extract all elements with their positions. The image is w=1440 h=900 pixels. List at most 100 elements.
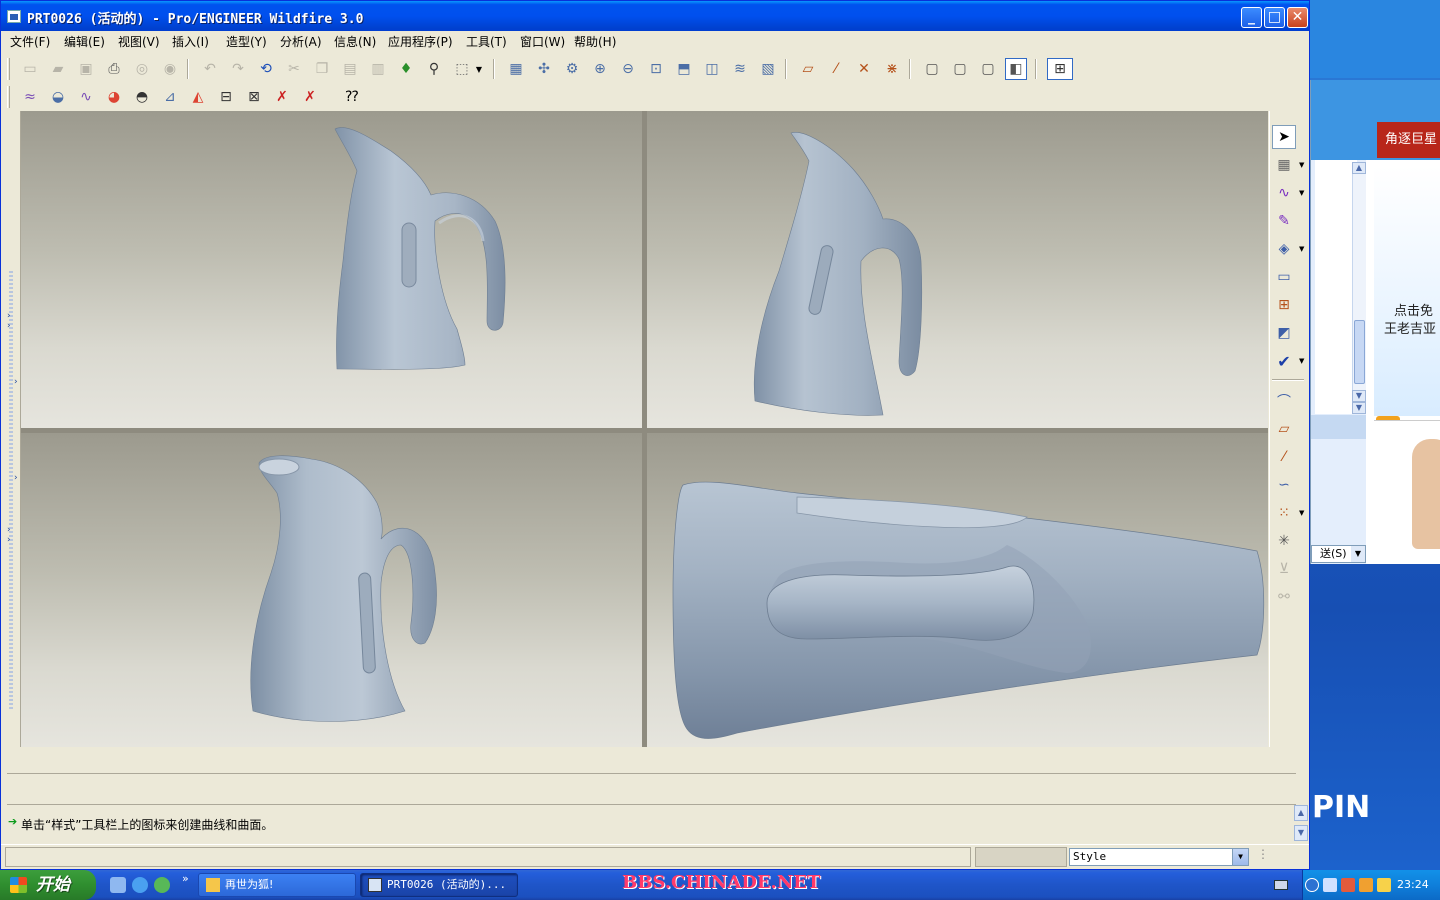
menu-tools[interactable]: 工具(T): [466, 33, 507, 50]
paste-special-icon[interactable]: ▥: [367, 58, 389, 80]
send-to-icon[interactable]: ◉: [159, 58, 181, 80]
chevron-down-icon[interactable]: ▼: [1299, 357, 1304, 365]
scroll-down-icon[interactable]: ▼: [1352, 390, 1366, 402]
spin-center-icon[interactable]: ✣: [533, 58, 555, 80]
task-button-proe[interactable]: PRT0026 (活动的)...: [360, 873, 518, 897]
curve-edit-icon[interactable]: ⌒: [1272, 389, 1296, 413]
menu-analysis[interactable]: 分析(A): [280, 33, 322, 50]
resize-grip-icon[interactable]: ⋮: [1257, 847, 1271, 865]
graphics-window[interactable]: [21, 111, 1268, 747]
coordinate-systems-icon[interactable]: ⋇: [881, 58, 903, 80]
redo-icon[interactable]: ↷: [227, 58, 249, 80]
tray-collapse-icon[interactable]: [1305, 878, 1319, 892]
datum-planes-icon[interactable]: ▱: [797, 58, 819, 80]
ad-panel[interactable]: 点击免 王老吉亚 手机: [1374, 166, 1440, 452]
minimize-button[interactable]: _: [1241, 7, 1262, 28]
menu-applications[interactable]: 应用程序(P): [388, 33, 453, 50]
menu-info[interactable]: 信息(N): [334, 33, 376, 50]
menu-style[interactable]: 造型(Y): [226, 33, 267, 50]
close-button[interactable]: ✕: [1287, 7, 1308, 28]
internal-plane-icon[interactable]: ▱: [1272, 417, 1296, 441]
task-button-folder[interactable]: 再世为狐!: [198, 873, 356, 897]
saved-views-icon[interactable]: ◫: [701, 58, 723, 80]
browser-dropdown[interactable]: 送(S) ▼: [1311, 545, 1366, 563]
scroll-down-icon[interactable]: ▼: [1294, 825, 1308, 841]
points-icon[interactable]: ⁙: [1272, 501, 1296, 525]
scroll-bottom-icon[interactable]: ▼: [1352, 402, 1366, 414]
chevron-right-icon[interactable]: ›: [7, 525, 17, 535]
slope-analysis-icon[interactable]: ◭: [187, 86, 209, 108]
line-icon[interactable]: ⁄: [1272, 445, 1296, 469]
reflection-icon[interactable]: ◕: [103, 86, 125, 108]
done-check-icon[interactable]: ✔: [1272, 349, 1296, 373]
ad-badge[interactable]: 角逐巨星: [1377, 122, 1440, 158]
style-surface-icon[interactable]: ◈: [1272, 237, 1296, 261]
cut-icon[interactable]: ✂: [283, 58, 305, 80]
chevron-down-icon[interactable]: ▼: [1299, 189, 1304, 197]
chevron-down-icon[interactable]: ▼: [1232, 849, 1248, 865]
model-tree-collapsed[interactable]: › › › › › ›: [5, 111, 21, 747]
refit-icon[interactable]: ⊡: [645, 58, 667, 80]
background-browser-window[interactable]: 角逐巨星 ▲ ▼ ▼ 送(S) ▼ 点击免 王老吉亚 手机: [1310, 80, 1440, 564]
datum-points-icon[interactable]: ✕: [853, 58, 875, 80]
select-box-icon[interactable]: ⬚: [451, 58, 473, 80]
filter-select[interactable]: Style ▼: [1069, 848, 1249, 866]
shade-analysis-icon[interactable]: ◓: [131, 86, 153, 108]
curvature-icon[interactable]: ≈: [19, 86, 41, 108]
find-icon[interactable]: ⚲: [423, 58, 445, 80]
curve-on-surface-icon[interactable]: ✎: [1272, 209, 1296, 233]
clock[interactable]: 23:24: [1397, 878, 1429, 891]
title-bar[interactable]: PRT0026 (活动的) - Pro/ENGINEER Wildfire 3.…: [1, 1, 1309, 31]
regenerate-icon[interactable]: ⟲: [255, 58, 277, 80]
no-hidden-icon[interactable]: ▢: [977, 58, 999, 80]
menu-insert[interactable]: 插入(I): [172, 33, 209, 50]
ad-panel-person[interactable]: [1374, 420, 1440, 564]
redraw-icon[interactable]: ▦: [505, 58, 527, 80]
select-arrow-icon[interactable]: ➤: [1272, 125, 1296, 149]
viewport-bottom-right[interactable]: [647, 433, 1268, 747]
reorient-icon[interactable]: ⬒: [673, 58, 695, 80]
scroll-up-icon[interactable]: ▲: [1352, 162, 1366, 174]
zoom-in-icon[interactable]: ⊕: [589, 58, 611, 80]
antivirus-icon[interactable]: [1341, 878, 1355, 892]
clear-analysis-icon[interactable]: ✗: [271, 86, 293, 108]
zoom-out-icon[interactable]: ⊖: [617, 58, 639, 80]
viewport-top-left[interactable]: [21, 111, 642, 428]
spline-icon[interactable]: ∽: [1272, 473, 1296, 497]
delete-analysis-icon[interactable]: ⊟: [215, 86, 237, 108]
browser-icon[interactable]: [132, 877, 148, 893]
send-mail-icon[interactable]: ◎: [131, 58, 153, 80]
maximize-button[interactable]: □: [1264, 7, 1285, 28]
model-player-icon[interactable]: ♦: [395, 58, 417, 80]
keyboard-icon[interactable]: [1274, 880, 1288, 890]
draft-analysis-icon[interactable]: ⊿: [159, 86, 181, 108]
browser-scrollbar[interactable]: [1352, 162, 1366, 414]
scroll-up-icon[interactable]: ▲: [1294, 805, 1308, 821]
menu-file[interactable]: 文件(F): [10, 33, 50, 50]
offset-analysis-icon[interactable]: ∿: [75, 86, 97, 108]
left-pane-selected-row[interactable]: [1311, 415, 1366, 439]
volume-icon[interactable]: [1377, 878, 1391, 892]
context-help-icon[interactable]: ⁇: [341, 86, 363, 108]
surface-edit-icon[interactable]: ◩: [1272, 321, 1296, 345]
create-curve-icon[interactable]: ∿: [1272, 181, 1296, 205]
surface-merge-icon[interactable]: ▭: [1272, 265, 1296, 289]
paste-icon[interactable]: ▤: [339, 58, 361, 80]
viewport-top-right[interactable]: [647, 111, 1268, 428]
wireframe-icon[interactable]: ▢: [921, 58, 943, 80]
set-active-plane-icon[interactable]: ▦: [1272, 153, 1296, 177]
open-icon[interactable]: ▰: [47, 58, 69, 80]
drop-icon[interactable]: ⊻: [1272, 557, 1296, 581]
toolbar-grip[interactable]: [7, 58, 10, 80]
start-button[interactable]: 开始: [0, 870, 96, 900]
chevron-down-icon[interactable]: ▼: [1299, 245, 1304, 253]
messenger-icon[interactable]: [154, 877, 170, 893]
menu-window[interactable]: 窗口(W): [520, 33, 565, 50]
new-icon[interactable]: ▭: [19, 58, 41, 80]
message-scrollbar[interactable]: ▲ ▼: [1294, 805, 1308, 843]
menu-view[interactable]: 视图(V): [118, 33, 160, 50]
security-icon[interactable]: [1359, 878, 1373, 892]
copy-icon[interactable]: ❐: [311, 58, 333, 80]
link-icon[interactable]: ⚯: [1272, 585, 1296, 609]
show-desktop-icon[interactable]: [110, 877, 126, 893]
